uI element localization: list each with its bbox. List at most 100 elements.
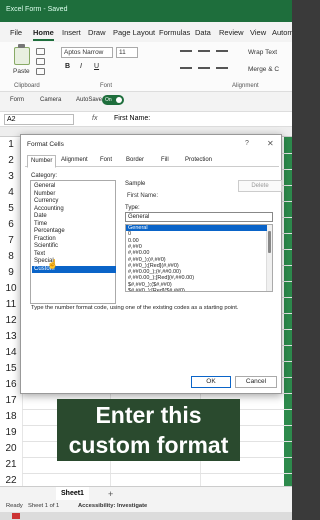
align-middle-icon[interactable] — [198, 50, 210, 52]
tab-protection[interactable]: Protection — [182, 157, 215, 163]
row-header[interactable]: 9 — [0, 267, 22, 278]
row-header[interactable]: 11 — [0, 299, 22, 310]
row-header[interactable]: 15 — [0, 363, 22, 374]
category-item[interactable]: Scientific — [32, 243, 116, 251]
type-item[interactable]: $#,##0_);[Red]($#,##0) — [126, 288, 267, 291]
tab-fill[interactable]: Fill — [158, 157, 172, 163]
row-header[interactable]: 2 — [0, 155, 22, 166]
italic-button[interactable]: I — [80, 63, 82, 70]
align-center-icon[interactable] — [198, 67, 210, 69]
menu-formulas[interactable]: Formulas — [159, 28, 190, 37]
fx-icon[interactable]: fx — [92, 115, 97, 122]
row-header[interactable]: 3 — [0, 171, 22, 182]
row-header[interactable]: 13 — [0, 331, 22, 342]
category-item[interactable]: Fraction — [32, 236, 116, 244]
row-header[interactable]: 4 — [0, 187, 22, 198]
mouse-cursor-icon: ☝ — [47, 259, 59, 269]
form-button[interactable]: Form — [10, 97, 24, 103]
category-item[interactable]: Custom — [32, 265, 116, 273]
menu-file[interactable]: File — [10, 28, 22, 37]
row-header[interactable]: 7 — [0, 235, 22, 246]
tab-border[interactable]: Border — [123, 157, 147, 163]
category-item[interactable]: Currency — [32, 198, 116, 206]
scrollbar-thumb[interactable] — [268, 231, 271, 253]
accessibility-status[interactable]: Accessibility: Investigate — [78, 503, 147, 509]
row-header[interactable]: 22 — [0, 475, 22, 486]
row-header[interactable]: 12 — [0, 315, 22, 326]
menu-data[interactable]: Data — [195, 28, 211, 37]
tab-number[interactable]: Number — [27, 155, 57, 168]
align-left-icon[interactable] — [180, 67, 192, 69]
row-header[interactable]: 10 — [0, 283, 22, 294]
category-item[interactable]: Percentage — [32, 228, 116, 236]
merge-center-button[interactable]: Merge & C — [248, 66, 279, 73]
row-header[interactable]: 14 — [0, 347, 22, 358]
format-painter-icon[interactable] — [36, 68, 45, 75]
align-bottom-icon[interactable] — [216, 50, 228, 52]
category-list[interactable]: General Number Currency Accounting Date Time P… — [30, 180, 116, 304]
camera-button[interactable]: Camera — [40, 97, 61, 103]
category-label: Category: — [31, 173, 58, 179]
add-sheet-icon[interactable]: + — [108, 489, 113, 499]
row-header[interactable]: 5 — [0, 203, 22, 214]
cut-icon[interactable] — [36, 48, 45, 55]
category-item[interactable]: Text — [32, 251, 116, 259]
wrap-text-button[interactable]: Wrap Text — [248, 49, 277, 56]
quick-access-toolbar: Form Camera AutoSave On — [0, 92, 292, 108]
tab-alignment[interactable]: Alignment — [58, 157, 91, 163]
name-box[interactable]: A2 — [4, 114, 74, 125]
type-label: Type: — [125, 205, 140, 211]
alignment-group-label: Alignment — [232, 83, 259, 89]
font-group-label: Font — [100, 83, 113, 89]
caption-line-1: Enter this — [95, 402, 202, 428]
row-header[interactable]: 18 — [0, 411, 22, 422]
row-header[interactable]: 8 — [0, 251, 22, 262]
paste-button[interactable]: Paste — [13, 68, 30, 75]
align-right-icon[interactable] — [216, 67, 228, 69]
row-header[interactable]: 19 — [0, 427, 22, 438]
category-item[interactable]: Date — [32, 213, 116, 221]
category-item[interactable]: Special — [32, 258, 116, 266]
row-header[interactable]: 21 — [0, 459, 22, 470]
window-title: Excel Form - Saved — [6, 6, 68, 13]
row-header[interactable]: 6 — [0, 219, 22, 230]
ok-button[interactable]: OK — [191, 376, 231, 388]
title-bar: Excel Form - Saved — [0, 0, 292, 22]
category-item[interactable]: Number — [32, 191, 116, 199]
align-top-icon[interactable] — [180, 50, 192, 52]
delete-button[interactable]: Delete — [238, 180, 282, 192]
category-item[interactable]: Accounting — [32, 206, 116, 214]
bold-button[interactable]: B — [65, 63, 70, 70]
row-header[interactable]: 1 — [0, 139, 22, 150]
menu-view[interactable]: View — [250, 28, 266, 37]
help-icon[interactable]: ? — [245, 140, 249, 147]
cancel-button[interactable]: Cancel — [235, 376, 277, 388]
menu-home[interactable]: Home — [33, 28, 54, 41]
autosave-toggle[interactable]: On — [102, 95, 124, 105]
sample-label: Sample — [125, 181, 146, 187]
close-icon[interactable]: ✕ — [267, 139, 274, 148]
menu-automate[interactable]: Autom — [272, 28, 292, 37]
underline-button[interactable]: U — [94, 63, 99, 70]
type-list[interactable]: General 0 0.00 #,##0 #,##0.00 #,##0_);(#,##0)… — [125, 224, 273, 292]
category-item[interactable]: General — [32, 183, 116, 191]
row-header[interactable]: 20 — [0, 443, 22, 454]
font-size-select[interactable]: 11 — [116, 47, 138, 58]
status-bar: Ready Sheet 1 of 1 Accessibility: Invest… — [0, 500, 292, 512]
type-input[interactable]: General — [125, 212, 273, 222]
menu-page-layout[interactable]: Page Layout — [113, 28, 155, 37]
row-header[interactable]: 16 — [0, 379, 22, 390]
font-name-select[interactable]: Aptos Narrow — [61, 47, 113, 58]
format-description: Type the number format code, using one o… — [31, 305, 239, 311]
menu-insert[interactable]: Insert — [62, 28, 81, 37]
category-item[interactable]: Time — [32, 221, 116, 229]
row-header[interactable]: 17 — [0, 395, 22, 406]
menu-review[interactable]: Review — [219, 28, 244, 37]
tab-font[interactable]: Font — [97, 157, 115, 163]
formula-input[interactable]: First Name: — [114, 115, 150, 122]
menu-draw[interactable]: Draw — [88, 28, 106, 37]
formula-bar: A2 fx First Name: — [0, 111, 292, 127]
paste-icon[interactable] — [14, 44, 30, 65]
excel-taskbar-icon[interactable] — [12, 513, 20, 519]
copy-icon[interactable] — [36, 58, 45, 65]
